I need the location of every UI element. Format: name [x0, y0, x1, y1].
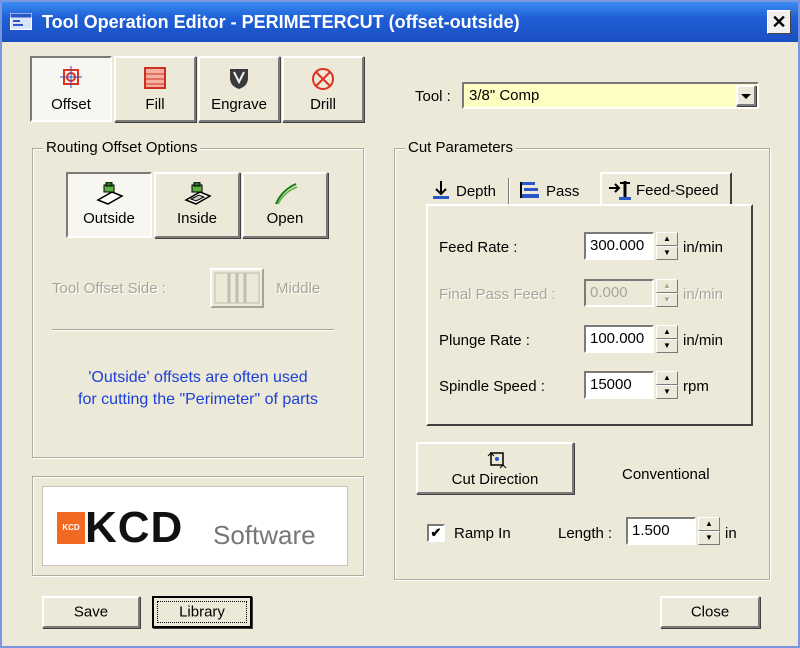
- tool-offset-side-selector[interactable]: [210, 268, 264, 308]
- final-pass-feed-label: Final Pass Feed :: [439, 286, 556, 303]
- spindle-speed-label: Spindle Speed :: [439, 378, 545, 395]
- tab-feed-speed-label: Feed-Speed: [636, 182, 719, 199]
- final-pass-feed-unit: in/min: [683, 286, 724, 303]
- title-bar[interactable]: Tool Operation Editor - PERIMETERCUT (of…: [2, 2, 798, 42]
- plunge-rate-input[interactable]: 100.000: [584, 325, 654, 353]
- spin-up-icon[interactable]: ▲: [656, 232, 678, 246]
- close-button[interactable]: Close: [660, 596, 760, 628]
- inside-offset-icon: [184, 182, 212, 205]
- tool-label: Tool :: [415, 88, 451, 105]
- mode-offset-button[interactable]: Offset: [30, 56, 112, 122]
- window-title: Tool Operation Editor - PERIMETERCUT (of…: [42, 12, 520, 32]
- chevron-down-icon: [741, 94, 751, 99]
- mode-engrave-label: Engrave: [211, 96, 267, 113]
- spin-up-icon[interactable]: ▲: [656, 325, 678, 339]
- feed-rate-label: Feed Rate :: [439, 239, 518, 256]
- spindle-speed-unit: rpm: [683, 378, 709, 395]
- library-button-label: Library: [179, 603, 225, 621]
- tab-depth-label: Depth: [456, 183, 497, 200]
- open-path-icon: [275, 183, 298, 205]
- feed-rate-input[interactable]: 300.000: [584, 232, 654, 260]
- spindle-speed-spinner[interactable]: ▲ ▼: [656, 371, 678, 399]
- tool-select-dropdown-button[interactable]: [736, 85, 756, 106]
- ramp-in-checkbox[interactable]: ✔: [427, 524, 445, 542]
- routing-open-label: Open: [266, 210, 304, 227]
- kcd-software-logo: KCD KCD Software: [42, 486, 348, 566]
- routing-help-line-2: for cutting the "Perimeter" of parts: [78, 391, 318, 408]
- cut-direction-value: Conventional: [622, 466, 710, 483]
- spin-down-icon[interactable]: ▼: [656, 339, 678, 353]
- tab-depth[interactable]: Depth: [426, 175, 508, 207]
- cut-direction-icon: [487, 452, 507, 469]
- routing-inside-label: Inside: [176, 210, 218, 227]
- fill-grid-icon: [144, 67, 166, 89]
- offset-target-icon: [60, 66, 82, 88]
- tab-feed-speed[interactable]: Feed-Speed: [600, 172, 732, 206]
- spin-down-icon[interactable]: ▼: [656, 246, 678, 260]
- tab-separator: [508, 178, 510, 204]
- feed-rate-spinner[interactable]: ▲ ▼: [656, 232, 678, 260]
- save-button-label: Save: [73, 603, 109, 621]
- depth-arrow-icon: [433, 181, 449, 199]
- final-pass-feed-spinner: ▲ ▼: [656, 279, 678, 307]
- tool-offset-side-label: Tool Offset Side :: [52, 280, 166, 297]
- spin-down-icon: ▼: [656, 293, 678, 307]
- drill-crosshair-icon: [312, 68, 334, 90]
- routing-help-line-1: 'Outside' offsets are often used: [88, 369, 308, 386]
- outside-offset-icon: [96, 182, 124, 205]
- ramp-length-label: Length :: [558, 525, 613, 542]
- pass-icon: [520, 182, 539, 198]
- routing-help-note: 'Outside' offsets are often used for cut…: [36, 367, 360, 411]
- mode-fill-button[interactable]: Fill: [114, 56, 196, 122]
- ramp-in-label: Ramp In: [454, 525, 511, 542]
- check-icon: ✔: [430, 525, 442, 540]
- routing-outside-label: Outside: [83, 210, 135, 227]
- engrave-shield-icon: [230, 69, 248, 89]
- routing-open-button[interactable]: Open: [242, 172, 328, 238]
- plunge-rate-unit: in/min: [683, 332, 724, 349]
- tool-select[interactable]: 3/8" Comp: [462, 82, 759, 109]
- tab-pass[interactable]: Pass: [514, 175, 596, 207]
- mode-offset-label: Offset: [51, 96, 91, 113]
- library-button[interactable]: Library: [152, 596, 252, 628]
- routing-divider: [52, 329, 334, 331]
- cut-parameters-title: Cut Parameters: [405, 139, 517, 156]
- cut-direction-label: Cut Direction: [451, 471, 539, 488]
- software-logo-text: Software: [213, 520, 316, 550]
- tool-select-value: 3/8" Comp: [469, 87, 540, 104]
- kcd-orange-badge: KCD: [57, 512, 85, 544]
- plunge-rate-label: Plunge Rate :: [439, 332, 530, 349]
- kcd-logo-text: KCD: [85, 503, 184, 552]
- spin-up-icon: ▲: [656, 279, 678, 293]
- offset-side-middle-icon: [214, 272, 260, 304]
- mode-drill-button[interactable]: Drill: [282, 56, 364, 122]
- final-pass-feed-input: 0.000: [584, 279, 654, 307]
- save-button[interactable]: Save: [42, 596, 140, 628]
- tab-pass-label: Pass: [546, 183, 580, 200]
- mode-drill-label: Drill: [310, 96, 336, 113]
- spin-up-icon[interactable]: ▲: [656, 371, 678, 385]
- spin-down-icon[interactable]: ▼: [698, 531, 720, 545]
- routing-inside-button[interactable]: Inside: [154, 172, 240, 238]
- routing-outside-button[interactable]: Outside: [66, 172, 152, 238]
- tool-operation-editor-window: Tool Operation Editor - PERIMETERCUT (of…: [0, 0, 800, 648]
- mode-engrave-button[interactable]: Engrave: [198, 56, 280, 122]
- mode-fill-label: Fill: [145, 96, 165, 113]
- window-close-button[interactable]: ✕: [767, 10, 791, 34]
- spin-down-icon[interactable]: ▼: [656, 385, 678, 399]
- cut-direction-button[interactable]: Cut Direction: [416, 442, 574, 494]
- feed-speed-icon: [609, 181, 631, 200]
- spin-up-icon[interactable]: ▲: [698, 517, 720, 531]
- routing-offset-options-title: Routing Offset Options: [43, 139, 201, 156]
- spindle-speed-input[interactable]: 15000: [584, 371, 654, 399]
- plunge-rate-spinner[interactable]: ▲ ▼: [656, 325, 678, 353]
- ramp-length-unit: in: [725, 525, 737, 542]
- ramp-length-input[interactable]: 1.500: [626, 517, 696, 545]
- tool-offset-side-value: Middle: [276, 280, 321, 297]
- window-app-icon: [10, 13, 32, 30]
- close-icon: ✕: [771, 12, 787, 32]
- close-button-label: Close: [690, 603, 730, 621]
- ramp-length-spinner[interactable]: ▲ ▼: [698, 517, 720, 545]
- feed-rate-unit: in/min: [683, 239, 724, 256]
